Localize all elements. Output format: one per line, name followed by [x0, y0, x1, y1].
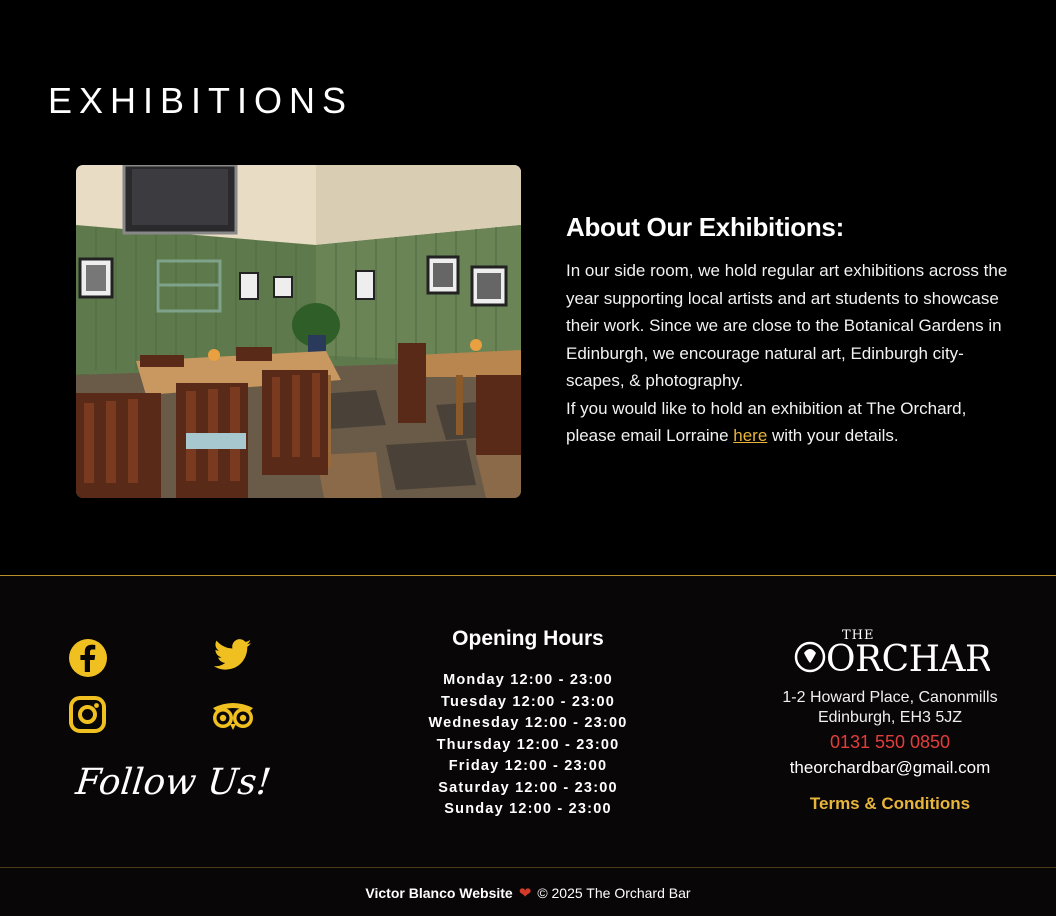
- about-paragraph-1: In our side room, we hold regular art ex…: [566, 261, 1008, 390]
- address-line-2: Edinburgh, EH3 5JZ: [817, 709, 963, 726]
- hours-wednesday: Wednesday 12:00 - 23:00: [428, 715, 628, 731]
- hours-saturday: Saturday 12:00 - 23:00: [438, 779, 618, 796]
- opening-hours-list: Monday 12:00 - 23:00 Tuesday 12:00 - 23:…: [400, 670, 656, 821]
- about-heading: About Our Exhibitions:: [566, 212, 844, 242]
- credit-line: Victor Blanco Website ❤ © 2025 The Orchard…: [0, 884, 1056, 902]
- follow-us-text: Follow Us!: [73, 762, 274, 803]
- terms-link[interactable]: Terms & Conditions: [760, 794, 1020, 814]
- hours-friday: Friday 12:00 - 23:00: [448, 758, 608, 774]
- hours-thursday: Thursday 12:00 - 23:00: [436, 736, 620, 753]
- about-text: In our side room, we hold regular art ex…: [566, 257, 1016, 450]
- email-lorraine-link[interactable]: here: [733, 426, 767, 445]
- opening-hours-title: Opening Hours: [452, 627, 604, 650]
- twitter-icon[interactable]: [213, 638, 252, 677]
- logo-orchard-text: ORCHARD: [826, 639, 990, 677]
- tripadvisor-icon[interactable]: [210, 700, 256, 737]
- about-exhibitions: About Our Exhibitions: In our side room,…: [566, 212, 1016, 450]
- hours-sunday: Sunday 12:00 - 23:00: [444, 801, 612, 817]
- instagram-icon[interactable]: [69, 696, 106, 738]
- heart-icon: ❤: [518, 885, 532, 902]
- copyright-text: © 2025 The Orchard Bar: [537, 885, 691, 901]
- orchard-logo[interactable]: THE ORCHARD: [790, 627, 1021, 680]
- hours-monday: Monday 12:00 - 23:00: [443, 672, 613, 688]
- exhibition-room-photo: [76, 165, 521, 498]
- address: 1-2 Howard Place, Canonmills Edinburgh, …: [760, 688, 1020, 728]
- author-link[interactable]: Victor Blanco Website: [365, 885, 512, 901]
- page-title: EXHIBITIONS: [48, 80, 354, 121]
- email-link[interactable]: theorchardbar@gmail.com: [760, 758, 1020, 778]
- phone-link[interactable]: 0131 550 0850: [760, 732, 1020, 753]
- facebook-icon[interactable]: [68, 638, 108, 683]
- about-paragraph-2-end: with your details.: [767, 426, 899, 445]
- hours-tuesday: Tuesday 12:00 - 23:00: [440, 693, 616, 710]
- address-line-1: 1-2 Howard Place, Canonmills: [782, 689, 998, 706]
